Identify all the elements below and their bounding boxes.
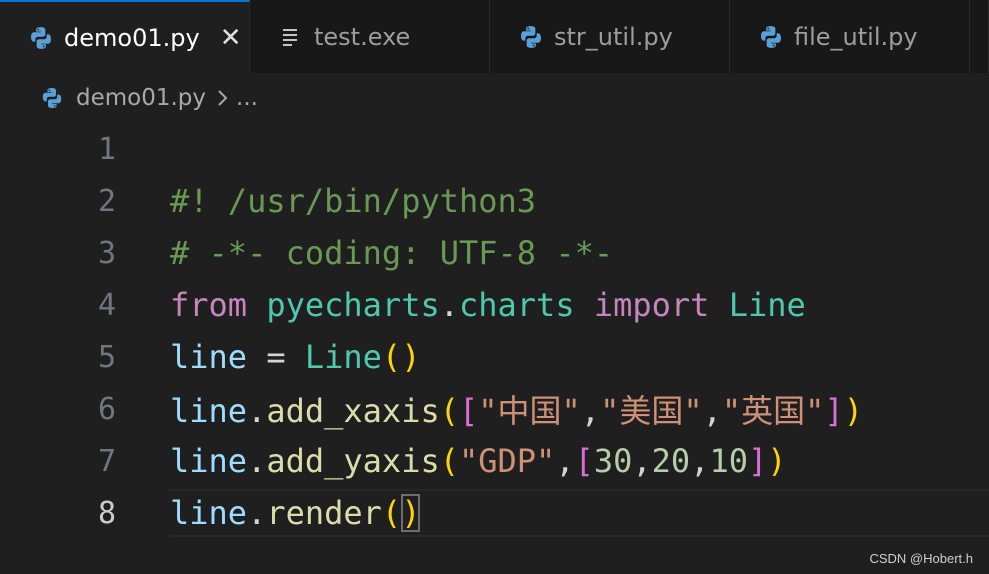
file-lines-icon bbox=[278, 24, 304, 50]
variable: line bbox=[170, 392, 248, 430]
module-name: charts bbox=[458, 286, 575, 324]
import-statement: from pyecharts.charts import Line bbox=[170, 286, 806, 324]
module-name: pyecharts bbox=[266, 286, 440, 324]
line-number: 5 bbox=[97, 339, 116, 375]
comma: , bbox=[690, 442, 710, 480]
code-line[interactable]: 5 line = Line() bbox=[0, 331, 989, 383]
assignment-statement: line = Line() bbox=[170, 338, 420, 376]
string-literal: "GDP" bbox=[458, 442, 556, 480]
tab-label: test.exe bbox=[314, 22, 411, 51]
function-name: add_xaxis bbox=[266, 392, 440, 430]
code-line[interactable]: 6 line.add_xaxis(["中国","美国","英国"]) bbox=[0, 383, 989, 435]
encoding-comment: # -*- coding: UTF-8 -*- bbox=[170, 234, 614, 272]
code-line[interactable]: 3 # -*- coding: UTF-8 -*- bbox=[0, 227, 989, 279]
bracket: [ bbox=[574, 442, 594, 480]
paren: ) bbox=[767, 442, 787, 480]
paren: ) bbox=[843, 392, 863, 430]
tab-label: file_util.py bbox=[794, 22, 918, 51]
string-literal: "美国" bbox=[600, 392, 703, 430]
keyword-import: import bbox=[593, 286, 710, 324]
line-number: 7 bbox=[97, 443, 116, 479]
call-statement: line.render() bbox=[170, 494, 421, 532]
comma: , bbox=[555, 442, 575, 480]
string-literal: "英国" bbox=[721, 392, 825, 430]
shebang-comment: #! /usr/bin/python3 bbox=[170, 182, 537, 220]
dot: . bbox=[247, 494, 267, 532]
code-line[interactable]: 7 line.add_yaxis("GDP",[30,20,10]) bbox=[0, 435, 989, 487]
comma: , bbox=[580, 392, 601, 430]
breadcrumb-file[interactable]: demo01.py bbox=[76, 85, 206, 111]
keyword-from: from bbox=[170, 286, 248, 324]
comma: , bbox=[632, 442, 652, 480]
dot: . bbox=[439, 286, 459, 324]
paren: ( bbox=[381, 338, 402, 376]
operator: = bbox=[247, 338, 305, 376]
code-editor[interactable]: 1 2 #! /usr/bin/python3 3 # -*- coding: … bbox=[0, 123, 989, 574]
variable: line bbox=[170, 338, 248, 376]
tab-file-util[interactable]: file_util.py bbox=[730, 0, 970, 73]
paren: ) bbox=[401, 338, 421, 376]
paren: ( bbox=[439, 442, 459, 480]
python-icon bbox=[518, 24, 544, 50]
code-line-current[interactable]: 8 line.render() bbox=[0, 487, 989, 539]
chevron-right-icon bbox=[216, 89, 228, 107]
tab-overflow[interactable] bbox=[970, 0, 989, 73]
tab-label: demo01.py bbox=[64, 23, 200, 52]
bracket: [ bbox=[458, 392, 479, 430]
code-line[interactable]: 2 #! /usr/bin/python3 bbox=[0, 175, 989, 227]
bracket: ] bbox=[747, 442, 768, 480]
dot: . bbox=[247, 442, 267, 480]
line-number: 3 bbox=[97, 235, 116, 271]
function-name: add_yaxis bbox=[266, 442, 440, 480]
tab-label: str_util.py bbox=[554, 22, 673, 51]
number-literal: 20 bbox=[651, 442, 691, 480]
tab-str-util[interactable]: str_util.py bbox=[490, 0, 730, 73]
paren-matched: ) bbox=[401, 494, 421, 532]
line-number: 8 bbox=[97, 495, 116, 531]
line-number: 6 bbox=[97, 391, 116, 427]
code-line[interactable]: 1 bbox=[0, 123, 989, 175]
tab-demo01[interactable]: demo01.py ✕ bbox=[0, 0, 250, 73]
line-number: 1 bbox=[97, 131, 116, 167]
call-statement: line.add_yaxis("GDP",[30,20,10]) bbox=[170, 442, 787, 480]
bracket: ] bbox=[824, 392, 844, 430]
code-line[interactable]: 4 from pyecharts.charts import Line bbox=[0, 279, 989, 331]
variable: line bbox=[170, 442, 248, 480]
line-number: 2 bbox=[97, 183, 116, 219]
python-icon bbox=[28, 25, 54, 51]
dot: . bbox=[247, 392, 267, 430]
call-statement: line.add_xaxis(["中国","美国","英国"]) bbox=[170, 386, 863, 432]
string-literal: "中国" bbox=[478, 392, 581, 430]
paren: ( bbox=[439, 392, 459, 430]
variable: line bbox=[170, 494, 248, 532]
close-icon[interactable]: ✕ bbox=[218, 23, 244, 53]
function-name: render bbox=[266, 494, 382, 532]
tab-test-exe[interactable]: test.exe bbox=[250, 0, 490, 73]
watermark: CSDN @Hobert.h bbox=[869, 551, 973, 566]
python-icon bbox=[758, 24, 784, 50]
class-name: Line bbox=[304, 338, 382, 376]
breadcrumb-more[interactable]: ... bbox=[236, 85, 258, 111]
tab-bar: demo01.py ✕ test.exe str_util.py file_ut… bbox=[0, 0, 989, 73]
breadcrumb: demo01.py ... bbox=[0, 73, 989, 123]
number-literal: 30 bbox=[593, 442, 633, 480]
line-number: 4 bbox=[97, 287, 116, 323]
class-name: Line bbox=[728, 286, 806, 324]
paren: ( bbox=[381, 494, 402, 532]
number-literal: 10 bbox=[709, 442, 748, 480]
comma: , bbox=[702, 392, 722, 430]
python-icon bbox=[40, 86, 64, 110]
